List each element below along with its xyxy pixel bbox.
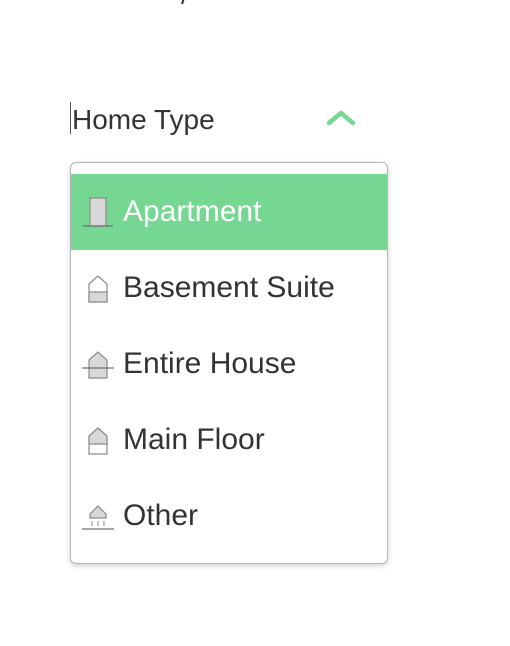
option-label: Main Floor [123, 423, 265, 456]
main-floor-icon [81, 420, 115, 458]
option-label: Entire House [123, 347, 297, 380]
basement-suite-icon [81, 268, 115, 306]
clipped-text-fragment [170, 0, 210, 6]
home-type-dropdown: Apartment Basement Suite Entire House Ma… [70, 162, 388, 564]
option-main-floor[interactable]: Main Floor [71, 402, 387, 478]
option-basement-suite[interactable]: Basement Suite [71, 250, 387, 326]
option-entire-house[interactable]: Entire House [71, 326, 387, 402]
chevron-up-icon[interactable] [326, 108, 356, 128]
option-apartment[interactable]: Apartment [71, 174, 387, 250]
option-label: Other [123, 499, 199, 532]
option-label: Basement Suite [123, 271, 335, 304]
home-type-label: Home Type [72, 104, 215, 135]
other-icon [81, 496, 115, 534]
home-type-select[interactable]: Home Type [70, 98, 370, 142]
option-label: Apartment [123, 195, 262, 228]
apartment-icon [81, 192, 115, 230]
option-other[interactable]: Other [71, 478, 387, 554]
entire-house-icon [81, 344, 115, 382]
text-caret [70, 102, 71, 134]
